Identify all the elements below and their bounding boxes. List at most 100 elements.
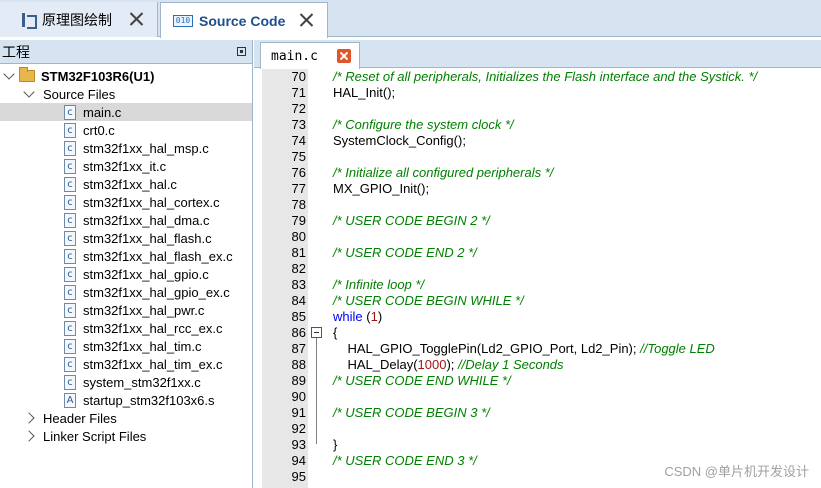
code-punct: ) [377, 309, 383, 324]
tree-file-item[interactable]: c stm32f1xx_hal_dma.c [0, 211, 252, 229]
tree-file-item[interactable]: c system_stm32f1xx.c [0, 373, 252, 391]
pin-icon[interactable] [237, 47, 246, 56]
code-line[interactable]: 74 SystemClock_Config(); [262, 133, 821, 149]
panel-title: 工程 [2, 43, 30, 60]
folder-icon [19, 67, 35, 82]
code-line[interactable]: 75 [262, 149, 821, 165]
tree-file-item[interactable]: c crt0.c [0, 121, 252, 139]
comment-text: /* Initialize all configured peripherals… [333, 165, 554, 180]
code-text: /* USER CODE BEGIN 3 */ [333, 405, 490, 421]
tab-main-c[interactable]: main.c [260, 42, 360, 69]
code-line[interactable]: 79 /* USER CODE BEGIN 2 */ [262, 213, 821, 229]
code-line[interactable]: 84 /* USER CODE BEGIN WHILE */ [262, 293, 821, 309]
panel-header: 工程 [0, 40, 252, 64]
source-file-icon: A [64, 392, 76, 408]
line-number: 83 [291, 277, 306, 292]
code-line[interactable]: 85 while (1) [262, 309, 821, 325]
tree-file-item[interactable]: c stm32f1xx_hal_tim.c [0, 337, 252, 355]
code-line[interactable]: 90 [262, 389, 821, 405]
code-line[interactable]: 73 /* Configure the system clock */ [262, 117, 821, 133]
code-line[interactable]: 70 /* Reset of all peripherals, Initializ… [262, 69, 821, 85]
tree-group-collapsed[interactable]: Header Files [0, 409, 252, 427]
code-text: HAL_Init(); [333, 85, 395, 101]
line-number: 85 [291, 309, 306, 324]
tab-schematic[interactable]: 原理图绘制 [0, 2, 158, 37]
source-file-icon: c [64, 302, 76, 318]
source-file-icon: c [64, 248, 76, 264]
chevron-right-icon[interactable] [23, 430, 35, 442]
tree-file-item[interactable]: c stm32f1xx_it.c [0, 157, 252, 175]
chevron-down-icon[interactable] [3, 68, 15, 80]
tree-file-item[interactable]: c stm32f1xx_hal_rcc_ex.c [0, 319, 252, 337]
source-file-icon: c [64, 104, 76, 120]
close-icon[interactable] [337, 49, 351, 63]
tree-file-item[interactable]: c stm32f1xx_hal_flash.c [0, 229, 252, 247]
schematic-icon [20, 12, 37, 29]
line-number: 94 [291, 453, 306, 468]
code-line[interactable]: 83 /* Infinite loop */ [262, 277, 821, 293]
code-segment: SystemClock_Config(); [333, 133, 466, 148]
code-line[interactable]: 87 HAL_GPIO_TogglePin(Ld2_GPIO_Port, Ld2… [262, 341, 821, 357]
tree-item-label: stm32f1xx_hal_tim.c [83, 338, 202, 354]
code-line[interactable]: 88 HAL_Delay(1000); //Delay 1 Seconds [262, 357, 821, 373]
close-icon[interactable] [297, 11, 315, 29]
code-segment: HAL_GPIO_TogglePin(Ld2_GPIO_Port, Ld2_Pi… [333, 341, 641, 356]
code-line[interactable]: 77 MX_GPIO_Init(); [262, 181, 821, 197]
code-text: /* Infinite loop */ [333, 277, 424, 293]
code-line[interactable]: 92 [262, 421, 821, 437]
chevron-down-icon[interactable] [23, 86, 35, 98]
tree-group-collapsed[interactable]: Linker Script Files [0, 427, 252, 445]
tree-file-item[interactable]: c main.c [0, 103, 252, 121]
tree-file-item[interactable]: c stm32f1xx_hal_cortex.c [0, 193, 252, 211]
line-number: 75 [291, 149, 306, 164]
code-text: while (1) [333, 309, 382, 325]
close-icon[interactable] [127, 10, 145, 28]
tree-item-label: stm32f1xx_hal_flash.c [83, 230, 212, 246]
code-line[interactable]: 80 [262, 229, 821, 245]
code-line[interactable]: 78 [262, 197, 821, 213]
code-line[interactable]: 93} [262, 437, 821, 453]
tab-source-code[interactable]: 010 Source Code [160, 2, 328, 38]
source-file-icon: c [64, 230, 76, 246]
tab-label: 原理图绘制 [42, 11, 112, 28]
tree-file-item[interactable]: c stm32f1xx_hal_gpio.c [0, 265, 252, 283]
line-number: 72 [291, 101, 306, 116]
code-text: MX_GPIO_Init(); [333, 181, 429, 197]
code-text: /* USER CODE END WHILE */ [333, 373, 511, 389]
code-text: /* Reset of all peripherals, Initializes… [333, 69, 757, 85]
comment-text: /* Reset of all peripherals, Initializes… [333, 69, 758, 84]
tree-item-label: stm32f1xx_it.c [83, 158, 167, 174]
tree-item-label: stm32f1xx_hal_gpio.c [83, 266, 209, 282]
code-line[interactable]: 82 [262, 261, 821, 277]
tree-item-label: Source Files [43, 86, 116, 102]
tree-file-item[interactable]: c stm32f1xx_hal.c [0, 175, 252, 193]
tree-item-label: stm32f1xx_hal.c [83, 176, 177, 192]
tree-source-files[interactable]: Source Files [0, 85, 252, 103]
code-text: /* USER CODE BEGIN 2 */ [333, 213, 490, 229]
line-number: 80 [291, 229, 306, 244]
code-text: /* USER CODE END 3 */ [333, 453, 477, 469]
source-file-icon: c [64, 122, 76, 138]
code-line[interactable]: 89 /* USER CODE END WHILE */ [262, 373, 821, 389]
code-line[interactable]: 71 HAL_Init(); [262, 85, 821, 101]
tree-file-item[interactable]: c stm32f1xx_hal_pwr.c [0, 301, 252, 319]
comment-text: /* USER CODE END 3 */ [333, 453, 477, 468]
source-file-icon: c [64, 140, 76, 156]
code-line[interactable]: 76 /* Initialize all configured periphera… [262, 165, 821, 181]
code-line[interactable]: 91 /* USER CODE BEGIN 3 */ [262, 405, 821, 421]
tree-file-item[interactable]: c stm32f1xx_hal_gpio_ex.c [0, 283, 252, 301]
chevron-right-icon[interactable] [23, 412, 35, 424]
tree-file-item[interactable]: c stm32f1xx_hal_tim_ex.c [0, 355, 252, 373]
code-line[interactable]: 86 { [262, 325, 821, 341]
code-text: /* USER CODE BEGIN WHILE */ [333, 293, 524, 309]
number-literal: 1 [370, 309, 378, 324]
code-text: /* Initialize all configured peripherals… [333, 165, 553, 181]
tree-project[interactable]: STM32F103R6(U1) [0, 67, 252, 85]
tab-label: main.c [271, 48, 318, 64]
tree-file-item[interactable]: Astartup_stm32f103x6.s [0, 391, 252, 409]
tree-file-item[interactable]: c stm32f1xx_hal_flash_ex.c [0, 247, 252, 265]
code-line[interactable]: 72 [262, 101, 821, 117]
tree-file-item[interactable]: c stm32f1xx_hal_msp.c [0, 139, 252, 157]
tree-item-label: main.c [83, 104, 122, 120]
code-line[interactable]: 81 /* USER CODE END 2 */ [262, 245, 821, 261]
